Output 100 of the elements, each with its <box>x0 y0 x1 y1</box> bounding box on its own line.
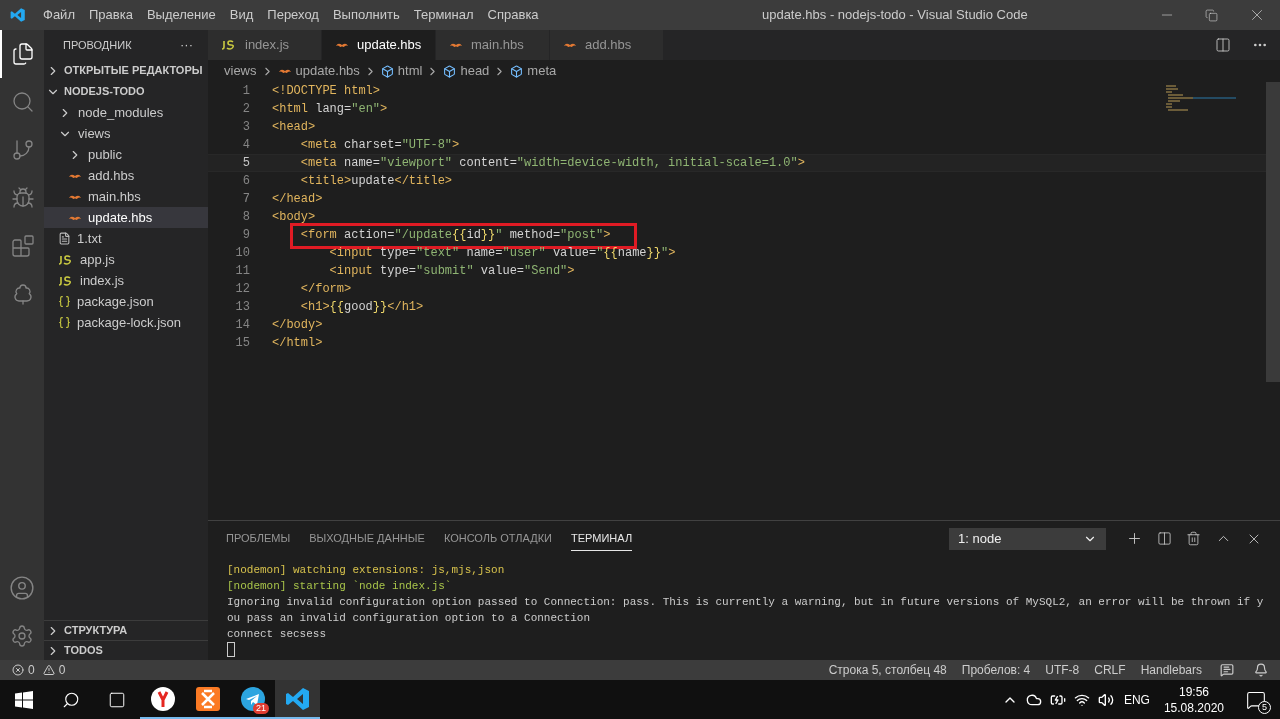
breadcrumb-item[interactable]: html <box>397 61 423 81</box>
status-item[interactable]: UTF-8 <box>1045 661 1080 679</box>
terminal-cursor <box>227 642 235 657</box>
code-line: <form action="/update{{id}}" method="post"> <box>299 228 611 242</box>
menu-item[interactable]: Справка <box>480 5 546 25</box>
status-item[interactable]: Строка 5, столбец 48 <box>828 661 947 679</box>
error-count[interactable]: 0 <box>28 661 35 679</box>
account-icon[interactable] <box>9 575 35 601</box>
paper-plane-logo-icon <box>239 685 266 712</box>
editor-tab[interactable]: main.hbs <box>436 30 550 60</box>
code-line: <input type="submit" value="Send"> <box>328 264 575 278</box>
line-number: 4 <box>241 137 250 154</box>
line-number: 7 <box>241 191 250 208</box>
panel-tab[interactable]: ВЫХОДНЫЕ ДАННЫЕ <box>309 525 425 552</box>
line-number: 8 <box>241 209 250 226</box>
warning-count[interactable]: 0 <box>58 661 66 679</box>
menu-item[interactable]: Выполнить <box>325 5 407 25</box>
settings-icon[interactable] <box>10 624 34 648</box>
file-tree-item[interactable]: main.hbs <box>44 186 208 207</box>
mustache-icon <box>277 67 292 75</box>
editor-tab[interactable]: index.js <box>208 30 322 60</box>
terminal-line: connect secsess <box>227 627 328 642</box>
code-line: <!DOCTYPE html> <box>272 84 381 98</box>
line-number: 2 <box>241 101 250 118</box>
line-number: 3 <box>241 119 250 136</box>
split-editor-icon[interactable] <box>1215 37 1231 53</box>
status-item[interactable]: Handlebars <box>1140 661 1202 679</box>
feedback-icon[interactable] <box>1220 663 1234 677</box>
more-actions-button[interactable]: ··· <box>180 35 193 55</box>
editor-tab[interactable]: add.hbs <box>550 30 664 60</box>
mustache-icon <box>563 41 577 49</box>
js-file-icon <box>221 40 237 50</box>
braces-icon <box>58 295 71 308</box>
code-line: </form> <box>299 282 352 296</box>
panel-tab[interactable]: ПРОБЛЕМЫ <box>226 525 291 552</box>
section-header[interactable]: NODEJS-TODO <box>44 81 208 102</box>
sidebar-title: ПРОВОДНИК <box>63 37 132 53</box>
notifications-icon[interactable] <box>1246 689 1266 710</box>
panel-tab[interactable]: ТЕРМИНАЛ <box>571 525 633 552</box>
braces-icon <box>58 316 71 329</box>
js-file-icon <box>58 254 74 265</box>
split-terminal-icon[interactable] <box>1157 531 1172 546</box>
line-number: 11 <box>234 263 250 280</box>
menu-item[interactable]: Терминал <box>406 5 481 25</box>
menu-item[interactable]: Правка <box>81 5 140 25</box>
task-view-icon[interactable] <box>108 690 126 709</box>
breadcrumb-item[interactable]: meta <box>527 61 557 81</box>
menu-item[interactable]: Выделение <box>139 5 223 25</box>
bell-icon[interactable] <box>1254 663 1268 677</box>
status-item[interactable]: Пробелов: 4 <box>961 661 1031 679</box>
cube-icon <box>443 64 457 78</box>
breadcrumb-item[interactable]: head <box>460 61 490 81</box>
taskbar-app-button[interactable] <box>275 680 320 719</box>
file-tree-item[interactable]: package-lock.json <box>44 312 208 333</box>
line-number: 13 <box>234 299 250 316</box>
file-tree-item[interactable]: app.js <box>44 249 208 270</box>
files-icon <box>11 42 35 66</box>
mustache-icon <box>335 41 349 49</box>
file-tree-item[interactable]: public <box>44 144 208 165</box>
menu-item[interactable]: Переход <box>260 5 326 25</box>
window-title: update.hbs - nodejs-todo - Visual Studio Code <box>761 6 1028 25</box>
file-tree-item[interactable]: add.hbs <box>44 165 208 186</box>
notification-badge: 21 <box>253 703 269 714</box>
file-tree-item[interactable]: views <box>44 123 208 144</box>
file-tree-item[interactable]: node_modules <box>44 102 208 123</box>
clock[interactable]: 19:56 15.08.2020 <box>1163 683 1224 716</box>
file-tree-item[interactable]: index.js <box>44 270 208 291</box>
minimap-drawing <box>1166 84 1236 114</box>
code-editor-logo-icon <box>284 685 311 712</box>
trash-icon[interactable] <box>1186 531 1201 546</box>
start-icon[interactable] <box>15 690 33 709</box>
menu-item[interactable]: Файл <box>36 5 82 25</box>
status-item[interactable]: CRLF <box>1094 661 1126 679</box>
code-line: <h1>{{good}}</h1> <box>299 300 424 314</box>
volume-icon[interactable] <box>1097 691 1114 708</box>
file-tree-item[interactable]: update.hbs <box>44 207 208 228</box>
file-tree-item[interactable]: 1.txt <box>44 228 208 249</box>
terminal-line: [nodemon] starting `node index.js` <box>227 579 453 594</box>
code-line: </body> <box>272 318 323 332</box>
mustache-icon <box>449 41 463 49</box>
editor-tab[interactable]: update.hbs <box>322 30 436 60</box>
section-header[interactable]: ОТКРЫТЫЕ РЕДАКТОРЫ <box>44 60 208 81</box>
line-number: 5 <box>241 155 250 172</box>
breadcrumb-item[interactable]: views <box>224 61 257 81</box>
add-icon[interactable] <box>1126 530 1143 547</box>
menu-item[interactable]: Вид <box>222 5 261 25</box>
breadcrumb-item[interactable]: update.hbs <box>295 61 360 81</box>
blocks-icon <box>11 234 35 258</box>
tree-icon <box>11 282 35 306</box>
file-tree-item[interactable]: package.json <box>44 291 208 312</box>
terminal-select[interactable]: 1: node <box>949 527 1106 550</box>
cube-icon <box>380 64 394 78</box>
language-indicator[interactable]: ENG <box>1123 690 1150 709</box>
line-number: 10 <box>234 245 250 262</box>
search-icon[interactable] <box>62 690 80 709</box>
code-line: <title>update</title> <box>299 174 453 188</box>
restore-icon[interactable] <box>1205 8 1218 22</box>
code-line: </html> <box>272 336 323 350</box>
cube-icon <box>510 64 524 78</box>
panel-tab[interactable]: КОНСОЛЬ ОТЛАДКИ <box>443 525 552 552</box>
